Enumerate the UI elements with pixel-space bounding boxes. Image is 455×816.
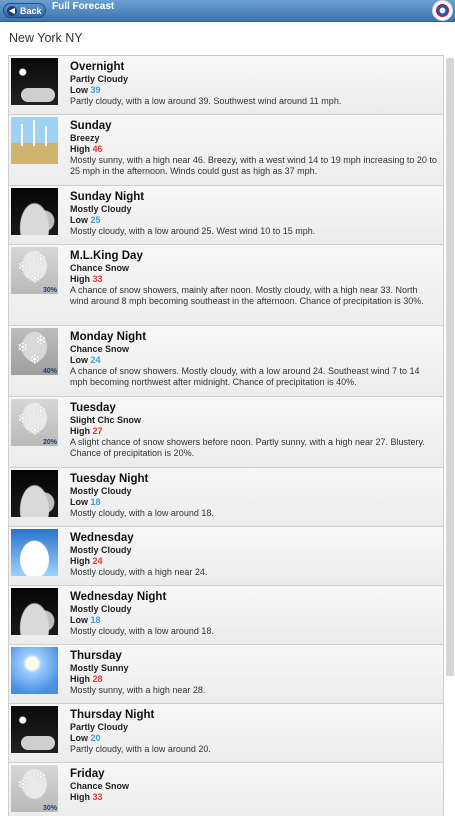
period-name: M.L.King Day	[70, 250, 143, 262]
forecast-row-monday-night[interactable]: ❄ ❄ ❄ 40% Monday Night Chance Snow Low 2…	[8, 326, 444, 397]
period-name: Wednesday	[70, 532, 134, 544]
short-forecast: Mostly Cloudy	[70, 604, 132, 614]
period-name: Friday	[70, 768, 105, 780]
forecast-row-wednesday[interactable]: Wednesday Mostly Cloudy High 24 Mostly c…	[8, 527, 444, 586]
forecast-row-sunday-night[interactable]: Sunday Night Mostly Cloudy Low 25 Mostly…	[8, 186, 444, 245]
temperature: High 46	[70, 144, 103, 154]
temperature: Low 25	[70, 215, 101, 225]
forecast-row-thursday[interactable]: Thursday Mostly Sunny High 28 Mostly sun…	[8, 645, 444, 704]
snow-icon: ❄ ❄ ❄ 40%	[11, 328, 58, 375]
detailed-forecast: A chance of snow showers, mainly after n…	[70, 285, 424, 306]
nws-logo-icon	[432, 0, 453, 21]
forecast-list: Overnight Partly Cloudy Low 39 Partly cl…	[8, 55, 444, 816]
precip-chance: 20%	[42, 439, 57, 446]
forecast-row-tuesday[interactable]: ❄ ❄ ❄ 20% Tuesday Slight Chc Snow High 2…	[8, 397, 444, 468]
short-forecast: Mostly Cloudy	[70, 545, 132, 555]
back-button-label: Back	[20, 6, 42, 16]
period-name: Tuesday Night	[70, 473, 149, 485]
night-partly-cloudy-icon	[11, 58, 58, 105]
detailed-forecast: Partly cloudy, with a low around 20.	[70, 744, 211, 754]
period-name: Monday Night	[70, 331, 147, 343]
short-forecast: Chance Snow	[70, 781, 130, 791]
period-name: Sunday	[70, 120, 112, 132]
back-arrow-icon: ◀	[7, 6, 17, 16]
temperature: Low 24	[70, 355, 101, 365]
temperature: High 28	[70, 674, 103, 684]
detailed-forecast: Mostly cloudy, with a high near 24.	[70, 567, 208, 577]
forecast-row-sunday[interactable]: Sunday Breezy High 46 Mostly sunny, with…	[8, 115, 444, 186]
short-forecast: Chance Snow	[70, 263, 130, 273]
scrollbar[interactable]	[446, 58, 454, 676]
detailed-forecast: Mostly cloudy, with a low around 18.	[70, 508, 214, 518]
temperature: Low 39	[70, 85, 101, 95]
period-name: Overnight	[70, 61, 125, 73]
short-forecast: Chance Snow	[70, 344, 130, 354]
snow-icon: ❄ ❄ ❄ 30%	[11, 247, 58, 294]
detailed-forecast: Mostly cloudy, with a low around 25. Wes…	[70, 226, 316, 236]
snow-icon: ❄ ❄ ❄ 20%	[11, 399, 58, 446]
temperature: High 27	[70, 426, 103, 436]
page-title: Full Forecast	[52, 1, 115, 12]
period-name: Sunday Night	[70, 191, 145, 203]
temperature: Low 18	[70, 615, 101, 625]
detailed-forecast: A chance of snow showers. Mostly cloudy,…	[70, 366, 420, 387]
temperature: Low 20	[70, 733, 101, 743]
short-forecast: Mostly Cloudy	[70, 204, 132, 214]
period-name: Thursday	[70, 650, 122, 662]
precip-chance: 30%	[42, 287, 57, 294]
short-forecast: Partly Cloudy	[70, 74, 129, 84]
forecast-row-friday[interactable]: ❄ ❄ 30% Friday Chance Snow High 33	[8, 763, 444, 816]
night-cloudy-icon	[11, 470, 58, 517]
wind-turbines-icon	[11, 117, 58, 164]
precip-chance: 30%	[42, 805, 57, 812]
short-forecast: Mostly Cloudy	[70, 486, 132, 496]
short-forecast: Breezy	[70, 133, 100, 143]
temperature: High 24	[70, 556, 103, 566]
forecast-row-thursday-night[interactable]: Thursday Night Partly Cloudy Low 20 Part…	[8, 704, 444, 763]
forecast-row-mlk-day[interactable]: ❄ ❄ ❄ 30% M.L.King Day Chance Snow High …	[8, 245, 444, 326]
forecast-row-overnight[interactable]: Overnight Partly Cloudy Low 39 Partly cl…	[8, 56, 444, 115]
detailed-forecast: Mostly cloudy, with a low around 18.	[70, 626, 214, 636]
detailed-forecast: Partly cloudy, with a low around 39. Sou…	[70, 96, 342, 106]
temperature: High 33	[70, 792, 103, 802]
night-cloudy-icon	[11, 588, 58, 635]
app-header: ◀ Back Full Forecast	[0, 0, 455, 22]
back-button[interactable]: ◀ Back	[3, 3, 46, 18]
forecast-row-wednesday-night[interactable]: Wednesday Night Mostly Cloudy Low 18 Mos…	[8, 586, 444, 645]
forecast-row-tuesday-night[interactable]: Tuesday Night Mostly Cloudy Low 18 Mostl…	[8, 468, 444, 527]
detailed-forecast: Mostly sunny, with a high near 28.	[70, 685, 206, 695]
period-name: Tuesday	[70, 402, 116, 414]
detailed-forecast: Mostly sunny, with a high near 46. Breez…	[70, 155, 437, 176]
short-forecast: Partly Cloudy	[70, 722, 129, 732]
sunny-icon	[11, 647, 58, 694]
temperature: Low 18	[70, 497, 101, 507]
night-partly-cloudy-icon	[11, 706, 58, 753]
location-title: New York NY	[9, 31, 83, 45]
temperature: High 33	[70, 274, 103, 284]
period-name: Wednesday Night	[70, 591, 167, 603]
short-forecast: Mostly Sunny	[70, 663, 129, 673]
detailed-forecast: A slight chance of snow showers before n…	[70, 437, 425, 458]
precip-chance: 40%	[42, 368, 57, 375]
short-forecast: Slight Chc Snow	[70, 415, 141, 425]
day-cloudy-icon	[11, 529, 58, 576]
night-cloudy-icon	[11, 188, 58, 235]
period-name: Thursday Night	[70, 709, 155, 721]
snow-icon: ❄ ❄ 30%	[11, 765, 58, 812]
